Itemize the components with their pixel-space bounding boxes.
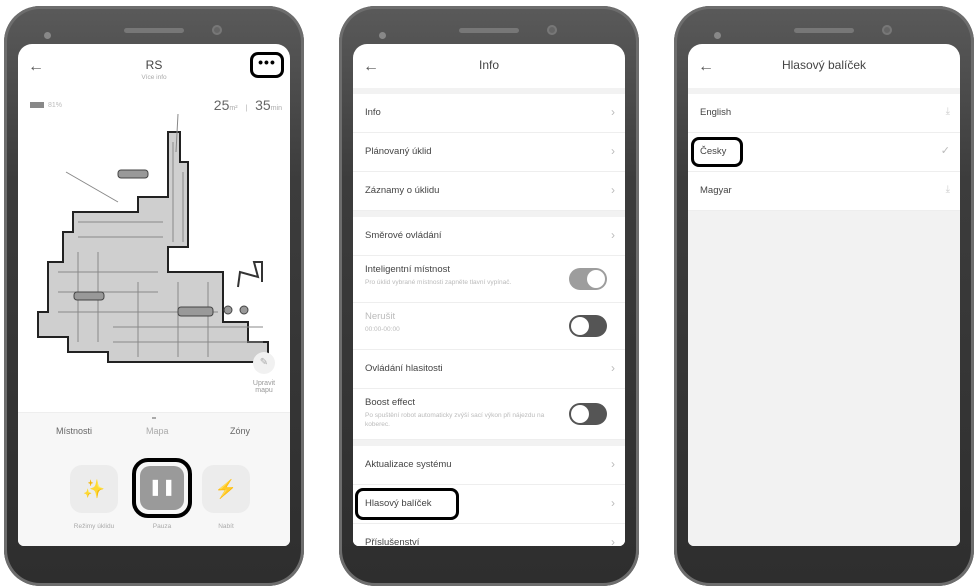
more-info-link[interactable]: Více info [18, 74, 290, 81]
time-value: 35 [255, 97, 271, 113]
language-label: Magyar [700, 185, 732, 196]
tab-rooms[interactable]: Místnosti [56, 426, 92, 436]
phone-info-screen: ← Info Info › Plánovaný úklid › Záznamy o … [339, 6, 639, 586]
row-label: Info [365, 107, 381, 118]
voice-pack-screen: ← Hlasový balíček English ⤓ Česky ✓ Magyar… [688, 44, 960, 546]
edit-map-icon: ✎ [253, 352, 275, 374]
chevron-right-icon: › [611, 496, 615, 510]
chevron-right-icon: › [611, 144, 615, 158]
language-czech[interactable]: Česky ✓ [688, 133, 960, 172]
floor-map[interactable] [18, 112, 290, 382]
language-english[interactable]: English ⤓ [688, 94, 960, 133]
row-label: Inteligentní místnost [365, 264, 451, 275]
czech-highlight [691, 137, 743, 167]
download-icon[interactable]: ⤓ [946, 106, 950, 117]
row-label: Příslušenství [365, 537, 420, 546]
download-icon[interactable]: ⤓ [946, 184, 950, 195]
voice-pack-header: ← Hlasový balíček [688, 44, 960, 88]
time-unit: min [270, 105, 282, 112]
language-hungarian[interactable]: Magyar ⤓ [688, 172, 960, 211]
row-label: Záznamy o úklidu [365, 185, 440, 196]
row-description: Pro úklid vybrané místnosti zapněte tlav… [365, 279, 512, 286]
list-item-voice-pack[interactable]: Hlasový balíček › [353, 485, 625, 524]
settings-list: Info › Plánovaný úklid › Záznamy o úklidu ›… [353, 88, 625, 546]
phone-top-bar [379, 18, 599, 57]
edit-map-label: Upravit mapu [252, 380, 276, 394]
phone-top-bar [714, 18, 934, 57]
list-item-boost: Boost effect Po spuštění robot automatick… [353, 389, 625, 440]
mode-tabs: Místnosti Mapa Zóny [18, 413, 290, 447]
list-item-do-not-disturb: Nerušit 00:00-00:00 [353, 303, 625, 350]
row-description: Po spuštění robot automaticky zvýší sací… [365, 412, 545, 428]
boost-toggle[interactable] [569, 403, 607, 425]
page-title: Info [478, 58, 499, 72]
row-label: Směrové ovládání [365, 230, 442, 241]
list-item-accessories[interactable]: Příslušenství › [353, 524, 625, 546]
list-item-info[interactable]: Info › [353, 94, 625, 133]
list-item-system-update[interactable]: Aktualizace systému › [353, 446, 625, 485]
area-value: 25 [213, 97, 230, 113]
list-item-history[interactable]: Záznamy o úklidu › [353, 172, 625, 211]
do-not-disturb-toggle[interactable] [569, 315, 607, 337]
battery-status: 81% [30, 102, 62, 109]
pause-label: Pauza [152, 523, 172, 530]
charge-label: Nabít [218, 523, 234, 530]
row-label: Nerušit [365, 311, 396, 322]
phone-top-bar [44, 18, 264, 57]
row-label: Plánovaný úklid [365, 146, 432, 157]
chevron-right-icon: › [611, 361, 615, 375]
row-label: Ovládání hlasitosti [365, 363, 443, 374]
charge-button[interactable]: ⚡ [202, 465, 250, 513]
tab-indicator [152, 417, 156, 419]
tab-zones[interactable]: Zóny [230, 426, 250, 436]
clean-modes-button[interactable]: ✨ [70, 465, 118, 513]
edit-map-button[interactable]: ✎ Upravit mapu [244, 352, 284, 394]
area-unit: m² [229, 105, 238, 112]
list-item-smart-room: Inteligentní místnost Pro úklid vybrané m… [353, 256, 625, 303]
checkmark-icon: ✓ [940, 145, 950, 157]
map-header: ← RS Více info ••• [18, 44, 290, 88]
chevron-right-icon: › [611, 228, 615, 242]
list-item-remote-control[interactable]: Směrové ovládání › [353, 217, 625, 256]
clean-stats: 25m² | 35min [214, 97, 282, 113]
list-item-schedule[interactable]: Plánovaný úklid › [353, 133, 625, 172]
language-list: English ⤓ Česky ✓ Magyar ⤓ [688, 88, 960, 546]
row-label: Aktualizace systému [365, 459, 452, 470]
chevron-right-icon: › [611, 457, 615, 471]
phone-voice-pack-screen: ← Hlasový balíček English ⤓ Česky ✓ Magyar… [674, 6, 974, 586]
clean-modes-label: Režimy úklidu [73, 523, 115, 530]
more-options-button[interactable]: ••• [250, 52, 284, 78]
broom-icon: ✨ [82, 479, 106, 499]
pause-button[interactable]: ❚❚ [132, 458, 192, 518]
info-header: ← Info [353, 44, 625, 88]
language-label: English [700, 107, 732, 118]
charge-icon: ⚡ [214, 479, 238, 499]
tab-map[interactable]: Mapa [146, 426, 169, 436]
chevron-right-icon: › [611, 105, 615, 119]
page-title: Hlasový balíček [781, 58, 867, 72]
map-screen: ← RS Více info ••• 81% 25m² | 35min ✎ Up… [18, 44, 290, 546]
row-description: 00:00-00:00 [365, 326, 400, 333]
pause-icon: ❚❚ [140, 466, 184, 510]
list-item-volume[interactable]: Ovládání hlasitosti › [353, 350, 625, 389]
row-label: Boost effect [365, 397, 415, 408]
voice-pack-highlight [355, 488, 459, 520]
stats-separator: | [245, 105, 248, 112]
battery-icon [30, 102, 44, 109]
battery-level: 81% [48, 102, 63, 109]
control-panel: Místnosti Mapa Zóny ✨ Režimy úklidu ❚❚ P… [18, 412, 290, 546]
chevron-right-icon: › [611, 183, 615, 197]
info-screen: ← Info Info › Plánovaný úklid › Záznamy o … [353, 44, 625, 546]
chevron-right-icon: › [611, 535, 615, 546]
smart-room-toggle[interactable] [569, 268, 607, 290]
phone-map-screen: ← RS Více info ••• 81% 25m² | 35min ✎ Up… [4, 6, 304, 586]
